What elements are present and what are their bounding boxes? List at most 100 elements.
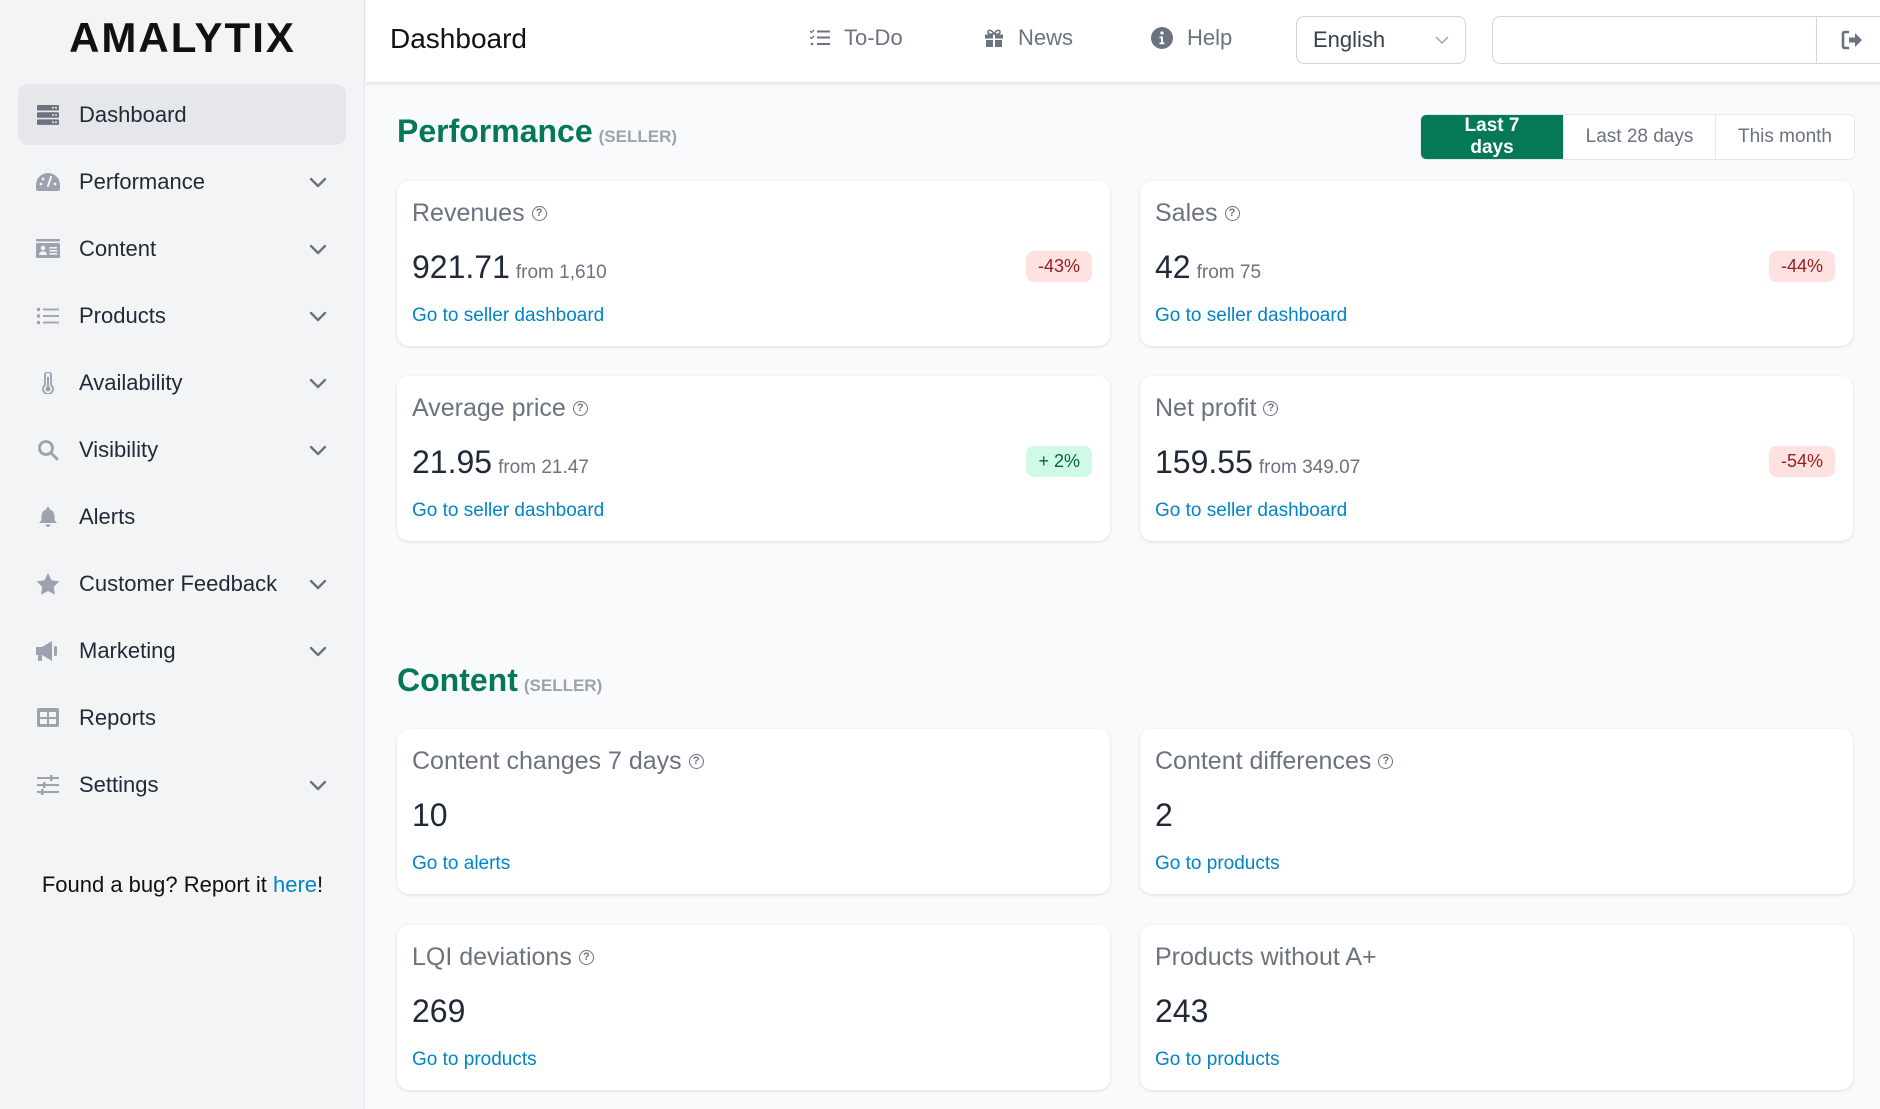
logo[interactable]: AMALYTIX: [0, 14, 365, 62]
sidebar-item-settings[interactable]: Settings: [18, 754, 346, 815]
card-title-text: Sales: [1155, 199, 1218, 227]
page-title: Dashboard: [390, 23, 527, 54]
seller-dashboard-link[interactable]: Go to seller dashboard: [1155, 500, 1347, 522]
sidebar-item-availability[interactable]: Availability: [18, 352, 346, 413]
star-icon: [36, 572, 60, 596]
logout-button[interactable]: [1816, 16, 1880, 64]
card-value: 2: [1155, 797, 1173, 833]
card-title: Products without A+: [1155, 943, 1377, 972]
sidebar-item-performance[interactable]: Performance: [18, 151, 346, 212]
chevron-down-icon: [309, 244, 327, 254]
card-title-text: Content differences: [1155, 747, 1372, 775]
card-title: Sales?: [1155, 199, 1240, 228]
content-changes-card: Content changes 7 days? 10 Go to alerts: [397, 729, 1110, 894]
change-badge: + 2%: [1026, 446, 1092, 477]
products-link[interactable]: Go to products: [1155, 853, 1280, 875]
sidebar-item-dashboard[interactable]: Dashboard: [18, 84, 346, 145]
seller-dashboard-link[interactable]: Go to seller dashboard: [1155, 305, 1347, 327]
card-title-text: LQI deviations: [412, 943, 572, 971]
section-subtitle: (SELLER): [598, 127, 678, 146]
sidebar-item-label: Content: [79, 235, 157, 261]
change-badge: -43%: [1025, 251, 1092, 282]
card-value-text: 159.55: [1155, 444, 1253, 480]
card-from-text: from 349.07: [1258, 457, 1361, 478]
sliders-icon: [36, 773, 60, 797]
search-input[interactable]: [1492, 16, 1816, 64]
chevron-down-icon: [309, 780, 327, 790]
change-badge: -54%: [1768, 446, 1835, 477]
card-title-text: Average price: [412, 394, 566, 422]
help-icon[interactable]: ?: [578, 950, 594, 965]
sidebar-item-label: Availability: [79, 369, 183, 395]
card-value-text: 42: [1155, 249, 1191, 285]
bell-icon: [36, 505, 60, 529]
bug-report-text: Found a bug? Report it here!: [0, 872, 365, 898]
change-badge: -44%: [1768, 251, 1835, 282]
sidebar-item-reports[interactable]: Reports: [18, 687, 346, 748]
card-title-text: Content changes 7 days: [412, 747, 682, 775]
seller-dashboard-link[interactable]: Go to seller dashboard: [412, 305, 604, 327]
card-from-text: from 21.47: [498, 457, 589, 478]
sidebar-item-visibility[interactable]: Visibility: [18, 419, 346, 480]
alerts-link[interactable]: Go to alerts: [412, 853, 510, 875]
top-header: Dashboard To-Do News Help English: [366, 0, 1880, 83]
card-value: 243: [1155, 993, 1209, 1029]
help-label: Help: [1187, 25, 1233, 50]
sidebar-item-alerts[interactable]: Alerts: [18, 486, 346, 547]
help-icon[interactable]: ?: [572, 401, 588, 416]
range-this-month[interactable]: This month: [1715, 115, 1854, 159]
sidebar-item-products[interactable]: Products: [18, 285, 346, 346]
card-value: 269: [412, 993, 466, 1029]
card-title: Average price?: [412, 394, 588, 423]
card-value-text: 21.95: [412, 444, 493, 480]
sales-card: Sales? 42 from 75 -44% Go to seller dashb…: [1140, 181, 1853, 346]
todo-link[interactable]: To-Do: [810, 25, 903, 51]
todo-label: To-Do: [844, 25, 903, 50]
id-card-icon: [36, 237, 60, 261]
sidebar-item-marketing[interactable]: Marketing: [18, 620, 346, 681]
card-title: Content changes 7 days?: [412, 747, 704, 776]
card-value: 159.55 from 349.07: [1155, 444, 1360, 481]
products-without-aplus-card: Products without A+ 243 Go to products: [1140, 925, 1853, 1090]
seller-dashboard-link[interactable]: Go to seller dashboard: [412, 500, 604, 522]
sidebar: AMALYTIX Dashboard Performance Content P…: [0, 0, 365, 1109]
performance-section-title: Performance (SELLER): [397, 113, 677, 150]
sidebar-item-label: Customer Feedback: [79, 570, 278, 596]
help-icon[interactable]: ?: [1378, 754, 1394, 769]
sidebar-nav: Dashboard Performance Content Products A…: [18, 84, 346, 821]
products-link[interactable]: Go to products: [412, 1049, 537, 1071]
bug-report-suffix: !: [317, 872, 324, 897]
lqi-deviations-card: LQI deviations? 269 Go to products: [397, 925, 1110, 1090]
help-icon[interactable]: ?: [1224, 206, 1240, 221]
language-select[interactable]: English: [1296, 16, 1466, 64]
help-icon[interactable]: ?: [1263, 401, 1279, 416]
help-link[interactable]: Help: [1151, 25, 1232, 51]
range-last-28-days[interactable]: Last 28 days: [1563, 115, 1715, 159]
products-link[interactable]: Go to products: [1155, 1049, 1280, 1071]
card-title: Revenues?: [412, 199, 547, 228]
chevron-down-icon: [309, 177, 327, 187]
gauge-icon: [36, 170, 60, 194]
chevron-down-icon: [309, 445, 327, 455]
megaphone-icon: [36, 639, 60, 663]
card-from-text: from 1,610: [515, 262, 607, 283]
card-value: 10: [412, 797, 448, 833]
info-icon: [1151, 27, 1173, 49]
help-icon[interactable]: ?: [688, 754, 704, 769]
help-icon[interactable]: ?: [531, 206, 547, 221]
content-section-title: Content (SELLER): [397, 662, 602, 699]
section-subtitle: (SELLER): [523, 676, 603, 695]
card-value: 921.71 from 1,610: [412, 249, 607, 286]
bug-report-link[interactable]: here: [273, 872, 317, 897]
section-title-text: Performance: [397, 113, 593, 149]
card-title: Net profit?: [1155, 394, 1279, 423]
chevron-down-icon: [309, 378, 327, 388]
range-last-7-days[interactable]: Last 7 days: [1421, 115, 1563, 159]
news-label: News: [1018, 25, 1074, 50]
news-link[interactable]: News: [984, 25, 1073, 51]
card-value-text: 921.71: [412, 249, 510, 285]
sidebar-item-label: Marketing: [79, 637, 176, 663]
sidebar-item-content[interactable]: Content: [18, 218, 346, 279]
sidebar-item-customer-feedback[interactable]: Customer Feedback: [18, 553, 346, 614]
net-profit-card: Net profit? 159.55 from 349.07 -54% Go to…: [1140, 376, 1853, 541]
